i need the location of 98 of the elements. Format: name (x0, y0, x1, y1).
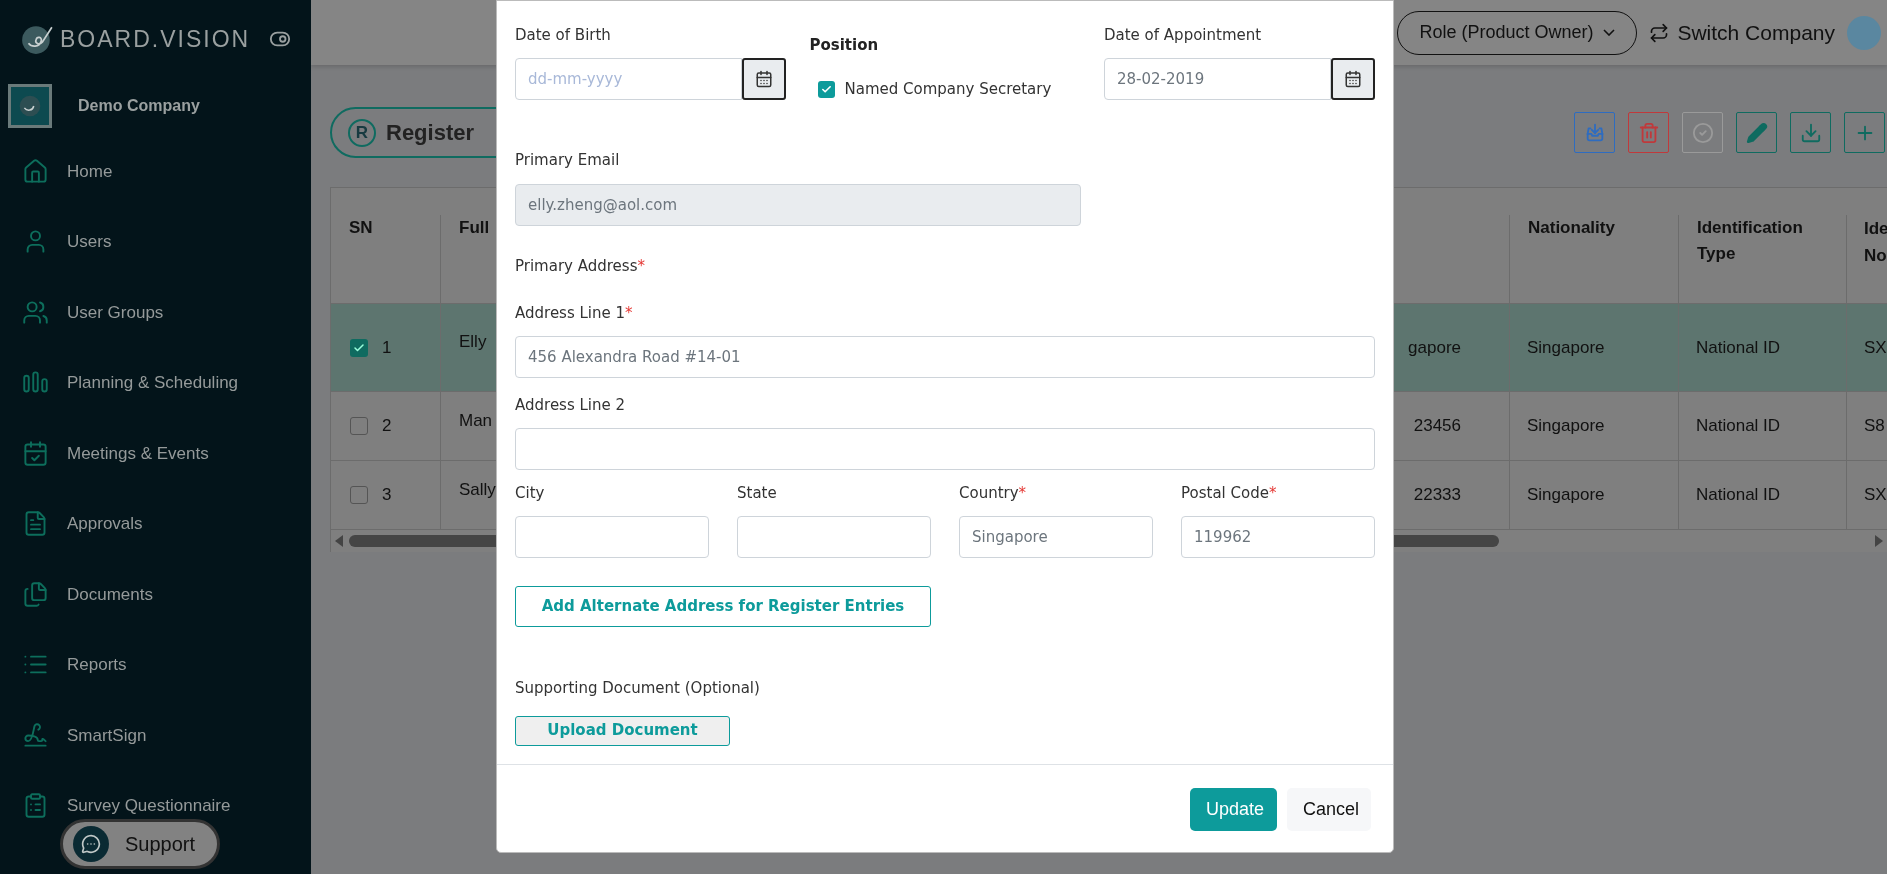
switch-company-button[interactable]: Switch Company (1649, 16, 1835, 49)
sidebar-item[interactable]: Approvals (0, 508, 311, 539)
required-mark: * (637, 255, 645, 276)
toolbar-button[interactable] (1574, 112, 1615, 153)
sidebar-item[interactable]: Meetings & Events (0, 438, 311, 469)
column-header: SN (349, 218, 373, 237)
signature-icon (22, 721, 49, 749)
sidebar-item[interactable]: Reports (0, 649, 311, 680)
column-header: Ide No (1864, 218, 1887, 267)
table-cell-text: gapore (1408, 336, 1461, 359)
field-label: Primary Email (515, 149, 620, 170)
check-circle-icon (1691, 121, 1714, 144)
table-cell-text: Singapore (1527, 484, 1605, 507)
field-label: Address Line 1 (515, 302, 626, 323)
input-field[interactable]: 119962 (1181, 515, 1375, 558)
field-label: Country (959, 482, 1019, 503)
calendar-icon (755, 70, 773, 88)
toolbar-button[interactable] (1844, 112, 1885, 153)
field-label: Date of Birth (515, 25, 611, 45)
field-label: Date of Appointment (1104, 25, 1262, 45)
table-cell-text: National ID (1696, 415, 1781, 438)
field-label: City (515, 482, 545, 503)
swap-icon (1649, 22, 1670, 43)
table-cell-text: 1 (382, 336, 392, 359)
sidebar-item[interactable]: Home (0, 156, 311, 187)
checkbox[interactable] (817, 80, 835, 98)
table-cell-text: Elly (459, 330, 487, 353)
cancel-button[interactable]: Cancel (1287, 787, 1371, 831)
house-icon (22, 157, 49, 185)
table-cell-text: 23456 (1413, 415, 1461, 438)
field-label: Primary Address (515, 255, 638, 276)
input-field[interactable]: 28-02-2019 (1104, 58, 1331, 100)
chevron-down-icon (1603, 29, 1616, 36)
column-header: Identification Type (1697, 218, 1803, 263)
row-checkbox[interactable] (350, 338, 368, 357)
trash-icon (1637, 121, 1660, 144)
calendar-button[interactable] (742, 58, 786, 100)
chat-icon (73, 826, 109, 862)
required-mark: * (1018, 482, 1027, 503)
toolbar-button[interactable] (1628, 112, 1669, 153)
calendar-check-icon (22, 439, 49, 467)
row-checkbox[interactable] (350, 486, 368, 504)
input-field[interactable] (515, 427, 1375, 470)
table-cell-text: National ID (1696, 484, 1781, 507)
checkmark-icon (820, 83, 832, 95)
documents-icon (22, 580, 49, 608)
register-icon: R (348, 118, 376, 147)
sidebar-item[interactable]: Survey Questionnaire (0, 790, 311, 821)
table-cell-text: 3 (382, 484, 392, 507)
page-title: Register (386, 119, 475, 147)
table-cell-text: Sally (459, 479, 496, 502)
table-cell-text: Singapore (1527, 415, 1605, 438)
checkmark-icon (353, 341, 365, 354)
section-heading: Position (809, 35, 880, 55)
input-field[interactable] (737, 515, 931, 558)
toolbar-button[interactable] (1790, 112, 1831, 153)
download-icon (1799, 121, 1822, 144)
checkbox-label: Named Company Secretary (844, 79, 1052, 100)
support-button[interactable]: Support (60, 819, 220, 869)
field-label: State (737, 482, 777, 503)
scroll-right-icon[interactable] (1875, 535, 1883, 547)
avatar-icon[interactable] (1847, 15, 1881, 50)
sidebar-item[interactable]: Documents (0, 579, 311, 610)
table-cell-text: S8 (1864, 415, 1885, 438)
sidebar-item[interactable]: Planning & Scheduling (0, 367, 311, 398)
table-cell-text: 2 (382, 415, 392, 438)
required-mark: * (1268, 482, 1277, 503)
toolbar-button[interactable] (1682, 112, 1723, 153)
table-cell-text: 22333 (1413, 484, 1461, 507)
row-checkbox[interactable] (350, 417, 368, 435)
calendar-icon (1344, 70, 1362, 88)
update-button[interactable]: Update (1190, 787, 1277, 831)
toolbar-button[interactable] (1736, 112, 1777, 153)
table-cell-text: Man (459, 410, 493, 433)
table-cell-text: National ID (1696, 336, 1781, 359)
add-alternate-address-button[interactable]: Add Alternate Address for Register Entries (515, 585, 931, 627)
input-field[interactable]: Singapore (959, 515, 1153, 558)
company-name: Demo Company (78, 96, 200, 116)
sidebar-item[interactable]: User Groups (0, 297, 311, 328)
column-header: Nationality (1528, 218, 1615, 237)
table-cell-text: Singapore (1527, 336, 1605, 359)
brand-name: BOARD.VISION (60, 24, 251, 54)
table-cell-text: SX (1864, 336, 1887, 359)
company-logo (8, 84, 52, 128)
input-field[interactable] (515, 515, 709, 558)
field-label: Address Line 2 (515, 394, 626, 415)
column-header: Full (459, 218, 490, 237)
field-label: Supporting Document (Optional) (515, 677, 760, 698)
input-field[interactable]: 456 Alexandra Road #14-01 (515, 335, 1375, 378)
required-mark: * (625, 302, 633, 323)
pencil-icon (1745, 121, 1768, 144)
input-field[interactable]: dd-mm-yyyy (515, 58, 742, 100)
people-icon (22, 298, 49, 326)
table-cell-text: SX (1864, 484, 1887, 507)
calendar-button[interactable] (1331, 58, 1375, 100)
field-label: Postal Code (1181, 482, 1269, 503)
sidebar-item[interactable]: Users (0, 226, 311, 257)
sidebar-item[interactable]: SmartSign (0, 720, 311, 751)
